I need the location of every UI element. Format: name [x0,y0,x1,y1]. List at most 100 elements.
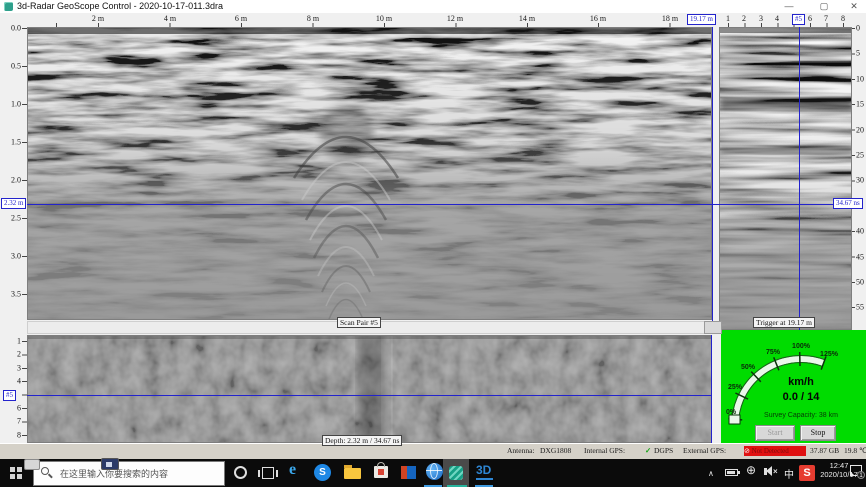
window-title: 3d-Radar GeoScope Control - 2020-10-17-0… [17,1,223,11]
speed-unit: km/h [788,376,814,388]
channel-cursor-readout[interactable]: #5 [792,14,805,25]
network-icon[interactable]: ⊕ [746,464,756,476]
distance-label: 10 m [375,14,393,23]
examiner-3d-logo-underline [476,478,493,480]
distance-label: 8 m [306,14,320,23]
distance-cursor-line[interactable] [712,27,713,330]
time-label: 10 [856,74,864,84]
gauge-tick-label: 100% [792,343,810,350]
volume-muted-icon[interactable]: × [764,466,778,476]
channel-cursor-line[interactable] [799,27,800,330]
close-button[interactable]: ✕ [843,0,865,12]
floating-tray-icon-2[interactable] [101,458,119,470]
gauge-tick-label: 50% [740,364,756,371]
speed-gauge-panel: 0% 25% 50% 75% 100% 125% km/h 0.0 / 14 S… [721,330,866,443]
distance-label: 12 m [446,14,464,23]
tray-chevron-up-icon[interactable]: ∧ [708,468,714,479]
store-logo [378,469,384,475]
channel-label: 3 [759,14,763,23]
edge-icon[interactable]: e [289,461,296,479]
start-button[interactable]: Start [755,425,795,441]
geoscope-taskbar-icon [449,466,463,480]
time-label: 20 [856,125,864,135]
distance-label: 4 m [163,14,177,23]
time-label: 40 [856,226,864,236]
task-view-bar [258,470,260,477]
battery-icon[interactable] [725,469,740,476]
sogou-ime-icon[interactable]: S [799,465,815,481]
stop-button[interactable]: Stop [800,425,836,441]
gauge-tick-label: 75% [765,349,781,356]
notification-center-icon[interactable]: 1 [850,465,865,479]
channel-label: 2 [742,14,746,23]
channel-view[interactable] [719,27,852,330]
depth-label: 0.5 [11,61,21,71]
bscan-view[interactable] [27,27,712,320]
trigger-tooltip: Trigger at 19.17 m [753,317,815,328]
geoscope-app-window: 3d-Radar GeoScope Control - 2020-10-17-0… [0,0,866,487]
distance-label: 18 m [661,14,679,23]
office-icon[interactable] [401,466,416,479]
bscan-image [28,28,711,319]
gauge-tick-label: 125% [820,351,838,358]
depth-tooltip: Depth: 2.32 m / 34.67 ns [322,435,403,446]
geoscope-taskbar-tile[interactable] [443,459,469,487]
browser-360-icon[interactable]: S [314,464,331,481]
pair-cursor-line[interactable] [27,395,711,396]
store-bag-handle [377,462,385,467]
distance-label: 2 m [91,14,105,23]
pair-cursor-readout[interactable]: #5 [3,390,16,401]
time-label: 25 [856,150,864,160]
floating-tray-icon-1[interactable] [24,459,40,470]
ime-indicator[interactable]: 中 [784,466,794,481]
channel-label: 4 [775,14,779,23]
taskbar-search-input[interactable] [33,461,225,486]
speaker-cone [766,466,772,476]
external-gps-label: External GPS: [683,446,727,455]
channel-label: 1 [726,14,730,23]
external-gps-alert: ⊘ Not Detected [744,446,806,456]
file-explorer-icon[interactable] [344,465,361,479]
antenna-label: Antenna: [507,446,535,455]
pair-label: 1 [17,336,21,346]
speed-value: 0.0 / 14 [782,391,820,403]
globe-browser-icon[interactable] [426,463,443,480]
cscan-distance-cursor-line[interactable] [711,335,712,443]
depth-cursor-readout[interactable]: 2.32 m [1,198,27,209]
examiner-3d-taskbar-tile[interactable]: 3D [471,459,499,487]
pair-label: 6 [17,403,21,413]
time-cursor-readout[interactable]: 34.67 ns [833,198,863,209]
folder-tab [344,465,352,468]
minimize-button[interactable]: — [778,0,800,12]
globe-equator [426,470,442,471]
app-logo-icon [4,2,13,11]
store-icon[interactable] [374,462,388,478]
depth-label: 0.0 [11,23,21,33]
prohibit-icon: ⊘ [744,447,750,455]
task-view-icon[interactable] [258,467,278,479]
depth-label: 1.0 [11,99,21,109]
distance-cursor-readout[interactable]: 19.17 m [687,14,716,25]
cortana-icon[interactable] [234,466,247,479]
depth-label: 1.5 [11,137,21,147]
antenna-value: DXG1808 [540,446,572,455]
pair-label: 7 [17,416,21,426]
depth-label: 3.5 [11,289,21,299]
pair-label: 3 [17,363,21,373]
pair-label: 2 [17,349,21,359]
floating-tray-icon-glyph [106,462,112,467]
survey-capacity: Survey Capacity: 38 km [764,412,838,419]
channel-label: 7 [824,14,828,23]
start-menu-button[interactable] [10,467,15,472]
time-label: 30 [856,175,864,185]
scrollbar-thumb[interactable] [704,321,722,334]
maximize-button[interactable]: ▢ [813,0,835,12]
distance-label: 6 m [234,14,248,23]
cscan-view[interactable] [27,335,712,443]
depth-cursor-line[interactable] [27,204,852,205]
storage-value: 37.87 GB [810,446,840,455]
pair-label: 4 [17,376,21,386]
gps-check-icon: ✓ [645,446,652,455]
time-label: 55 [856,302,864,312]
time-label: 45 [856,252,864,262]
